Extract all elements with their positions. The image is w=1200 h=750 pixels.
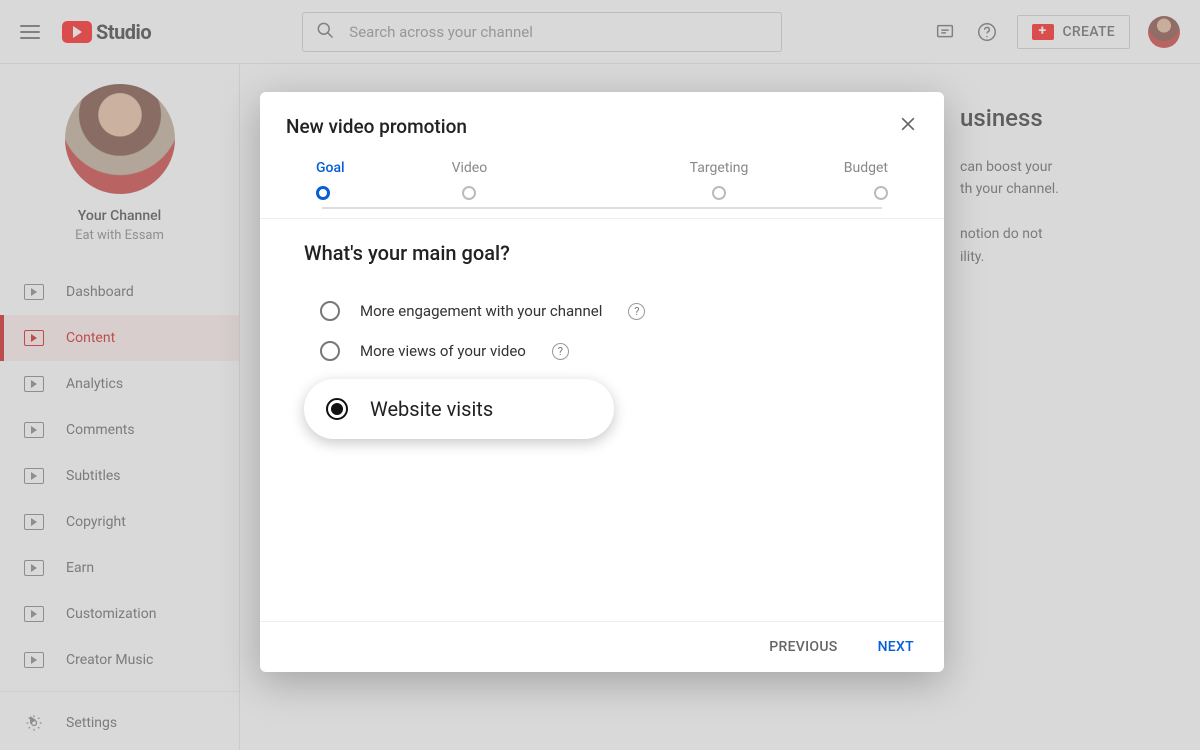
step-dot-icon (316, 186, 330, 200)
new-promotion-modal: New video promotion Goal Video Targeting… (260, 92, 944, 672)
step-video[interactable]: Video (345, 160, 595, 200)
goal-option-label: More engagement with your channel (360, 302, 602, 320)
step-label: Goal (316, 160, 345, 176)
goal-option-engagement[interactable]: More engagement with your channel ? (304, 291, 900, 331)
goal-option-website-visits[interactable]: Website visits (304, 379, 614, 439)
step-targeting[interactable]: Targeting (594, 160, 844, 200)
step-dot-icon (462, 186, 476, 200)
help-circle-icon[interactable]: ? (628, 303, 645, 320)
modal-question: What's your main goal? (304, 241, 900, 265)
modal-title: New video promotion (286, 115, 467, 138)
step-budget[interactable]: Budget (844, 160, 888, 200)
close-icon[interactable] (898, 114, 918, 138)
step-label: Video (452, 160, 488, 176)
goal-option-label: More views of your video (360, 342, 526, 360)
step-label: Targeting (690, 160, 749, 176)
stepper-track (322, 207, 882, 209)
step-dot-icon (874, 186, 888, 200)
previous-button[interactable]: PREVIOUS (763, 638, 843, 656)
help-circle-icon[interactable]: ? (552, 343, 569, 360)
goal-option-views[interactable]: More views of your video ? (304, 331, 900, 371)
radio-unchecked-icon (320, 301, 340, 321)
radio-unchecked-icon (320, 341, 340, 361)
radio-checked-icon (326, 398, 348, 420)
step-goal[interactable]: Goal (316, 160, 345, 200)
next-button[interactable]: NEXT (872, 638, 920, 656)
step-dot-icon (712, 186, 726, 200)
stepper: Goal Video Targeting Budget (260, 152, 944, 200)
goal-option-label: Website visits (370, 397, 493, 421)
step-label: Budget (844, 160, 888, 176)
